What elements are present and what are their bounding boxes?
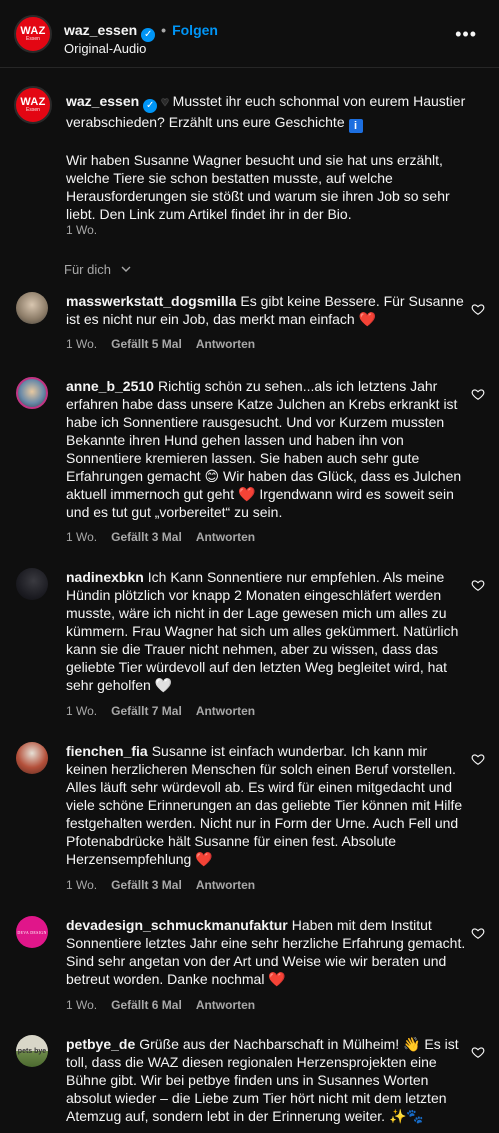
comment-time: 1 Wo. [66, 878, 98, 892]
comment-text: anne_b_2510 Richtig schön zu sehen...als … [66, 377, 466, 521]
comment-meta: 1 Wo. Gefällt 3 Mal Antworten [66, 878, 269, 892]
comment-username[interactable]: petbye_de [66, 1036, 135, 1052]
reply-button[interactable]: Antworten [196, 530, 255, 544]
comment-time: 1 Wo. [66, 998, 98, 1012]
avatar[interactable] [16, 292, 48, 324]
comment-body: Ich Kann Sonnentiere nur empfehlen. Als … [66, 569, 459, 693]
filter-label: Für dich [64, 262, 111, 277]
comment-time: 1 Wo. [66, 530, 98, 544]
caption-text: waz_essen ✓ ♥ Musstet ihr euch schonmal v… [66, 92, 466, 223]
reply-button[interactable]: Antworten [196, 337, 255, 351]
heart-emoji: ❤️ [195, 851, 213, 867]
comment-meta: 1 Wo. Gefällt 7 Mal Antworten [66, 704, 269, 718]
reply-button[interactable]: Antworten [196, 878, 255, 892]
comment-username[interactable]: devadesign_schmuckmanufaktur [66, 917, 288, 933]
avatar[interactable] [16, 742, 48, 774]
comment-filter-dropdown[interactable]: Für dich [64, 262, 131, 277]
wave-emoji: 👋 [403, 1036, 421, 1052]
comment-likes[interactable]: Gefällt 3 Mal [111, 878, 182, 892]
comment-body: Grüße aus der Nachbarschaft in Mülheim! [139, 1036, 400, 1052]
caption-meta: 1 Wo. [66, 223, 111, 237]
avatar-logo-text: WAZ [20, 25, 46, 37]
caption-username[interactable]: waz_essen [66, 93, 139, 109]
avatar[interactable]: pets bye [16, 1035, 48, 1067]
header-title-row: waz_essen ✓ • Folgen [64, 22, 218, 42]
avatar-logo-subtext: Essen [26, 36, 40, 42]
reply-button[interactable]: Antworten [196, 704, 255, 718]
caption-avatar-logo-text: WAZ [20, 96, 46, 108]
comment-time: 1 Wo. [66, 337, 98, 351]
comment-username[interactable]: nadinexbkn [66, 569, 144, 585]
black-heart-icon: ♥ [161, 94, 169, 109]
heart-emoji: ❤️ [237, 486, 256, 502]
more-icon[interactable]: ••• [455, 24, 477, 45]
separator-dot: • [161, 22, 167, 38]
follow-button[interactable]: Folgen [172, 22, 218, 38]
reply-button[interactable]: Antworten [196, 998, 255, 1012]
caption-time: 1 Wo. [66, 223, 98, 237]
header-username[interactable]: waz_essen [64, 22, 137, 38]
comment-username[interactable]: anne_b_2510 [66, 378, 154, 394]
comment-likes[interactable]: Gefällt 7 Mal [111, 704, 182, 718]
comment-meta: 1 Wo. Gefällt 5 Mal Antworten [66, 337, 269, 351]
avatar[interactable]: WAZ Essen [14, 15, 52, 53]
comment-likes[interactable]: Gefällt 5 Mal [111, 337, 182, 351]
comment-text: masswerkstatt_dogsmilla Es gibt keine Bes… [66, 292, 466, 328]
verified-icon: ✓ [143, 99, 158, 113]
smile-emoji: 😊 [204, 468, 220, 484]
comment-likes[interactable]: Gefällt 3 Mal [111, 530, 182, 544]
sparkle-paws-emoji: ✨🐾 [388, 1108, 424, 1124]
heart-outline-icon[interactable] [471, 1045, 485, 1059]
heart-outline-icon[interactable] [471, 926, 485, 940]
comment-likes[interactable]: Gefällt 6 Mal [111, 998, 182, 1012]
caption-avatar[interactable]: WAZ Essen [14, 86, 52, 124]
heart-emoji: ❤️ [358, 311, 377, 327]
white-heart-emoji: 🤍 [154, 677, 173, 693]
comment-text: devadesign_schmuckmanufaktur Haben mit de… [66, 916, 466, 988]
info-icon: i [348, 119, 363, 133]
verified-icon: ✓ [141, 28, 156, 42]
avatar-brand-text: DEVA DESIGN [17, 929, 47, 935]
avatar[interactable] [16, 568, 48, 600]
caption-avatar-logo-subtext: Essen [26, 107, 40, 113]
comment-time: 1 Wo. [66, 704, 98, 718]
avatar[interactable] [16, 377, 48, 409]
avatar-brand-text: pets bye [17, 1047, 47, 1055]
comment-body: Susanne ist einfach wunderbar. Ich kann … [66, 743, 463, 867]
comment-text: nadinexbkn Ich Kann Sonnentiere nur empfe… [66, 568, 466, 694]
comment-username[interactable]: masswerkstatt_dogsmilla [66, 293, 236, 309]
heart-emoji: ❤️ [268, 971, 286, 987]
post-header: WAZ Essen waz_essen ✓ • Folgen Original-Aud… [0, 0, 499, 68]
avatar[interactable]: DEVA DESIGN [16, 916, 48, 948]
comment-text: petbye_de Grüße aus der Nachbarschaft in … [66, 1035, 466, 1125]
heart-outline-icon[interactable] [471, 578, 485, 592]
chevron-down-icon [121, 266, 131, 272]
comment-meta: 1 Wo. Gefällt 3 Mal Antworten [66, 530, 269, 544]
heart-outline-icon[interactable] [471, 752, 485, 766]
comment-meta: 1 Wo. Gefällt 6 Mal Antworten [66, 998, 269, 1012]
comment-text: fienchen_fia Susanne ist einfach wunderba… [66, 742, 466, 868]
heart-outline-icon[interactable] [471, 302, 485, 316]
audio-label[interactable]: Original-Audio [64, 41, 146, 56]
caption-paragraph: Wir haben Susanne Wagner besucht und sie… [66, 152, 450, 222]
heart-outline-icon[interactable] [471, 387, 485, 401]
comment-username[interactable]: fienchen_fia [66, 743, 148, 759]
